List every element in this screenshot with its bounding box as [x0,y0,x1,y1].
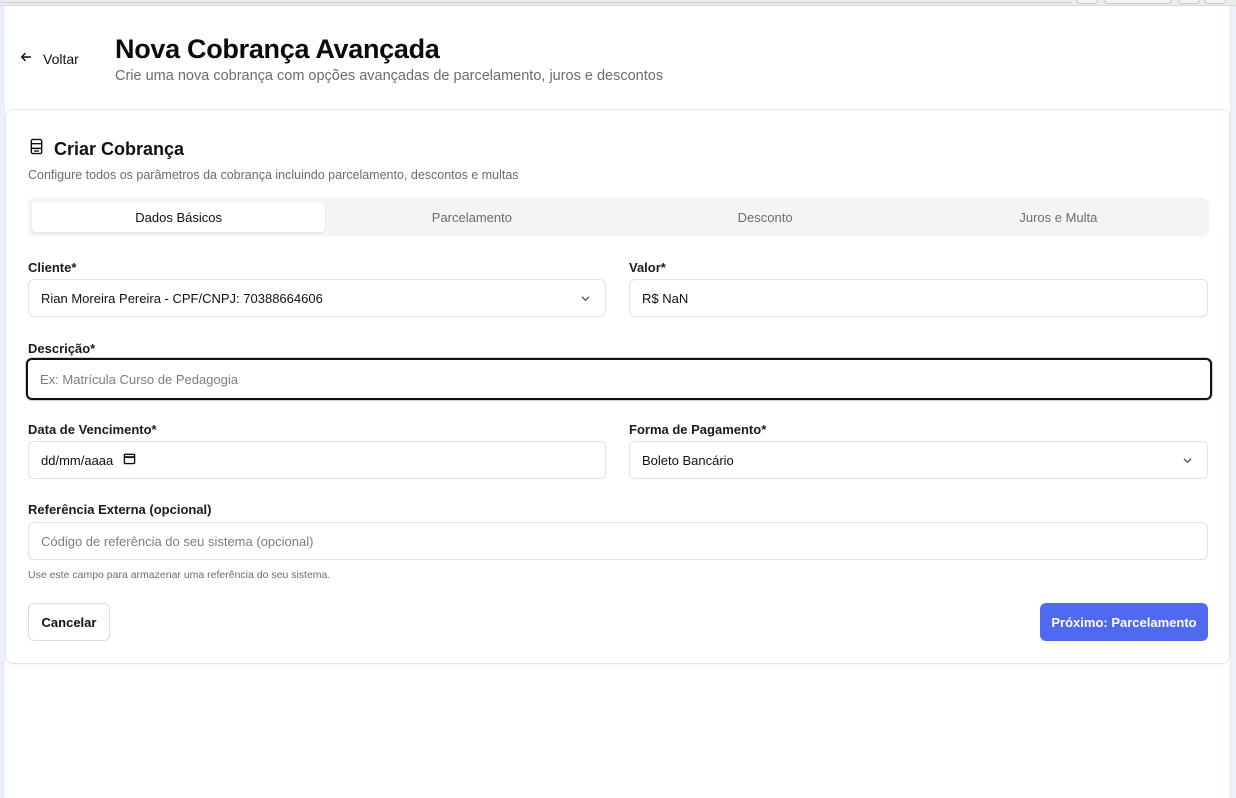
valor-label: Valor* [629,260,666,275]
descricao-placeholder: Ex: Matrícula Curso de Pedagogia [40,371,238,387]
tab-parcelamento[interactable]: Parcelamento [325,202,618,232]
referencia-input[interactable]: Código de referência do seu sistema (opc… [28,522,1208,560]
descricao-input[interactable]: Ex: Matrícula Curso de Pedagogia [26,358,1212,400]
vencimento-label: Data de Vencimento* [28,422,157,437]
scrollbar[interactable] [1230,6,1236,798]
vencimento-date-input[interactable]: dd/mm/aaaa [28,441,606,479]
calendar-icon[interactable] [113,452,136,468]
tab-dados-basicos[interactable]: Dados Básicos [32,202,326,232]
cliente-select[interactable]: Rian Moreira Pereira - CPF/CNPJ: 7038866… [28,279,606,317]
valor-value: R$ NaN [642,290,689,306]
tab-desconto[interactable]: Desconto [619,202,912,232]
pagamento-label: Forma de Pagamento* [629,422,767,437]
browser-control[interactable] [1104,0,1172,4]
referencia-label: Referência Externa (opcional) [28,502,212,517]
pagamento-value: Boleto Bancário [642,452,734,468]
vencimento-value: dd/mm/aaaa [41,452,114,468]
card-title: Criar Cobrança [28,138,184,160]
receipt-icon [28,138,45,160]
browser-control[interactable] [1076,0,1098,4]
browser-address-edge [0,0,1072,3]
descricao-label: Descrição* [28,341,96,356]
cancel-button[interactable]: Cancelar [28,603,110,641]
referencia-placeholder: Código de referência do seu sistema (opc… [41,533,314,549]
arrow-left-icon [19,50,33,67]
page-subtitle: Crie uma nova cobrança com opções avança… [115,68,664,84]
page-title: Nova Cobrança Avançada [115,34,440,64]
browser-control[interactable] [1178,0,1200,4]
back-button[interactable]: Voltar [19,50,79,67]
charge-form-card: Criar Cobrança Configure todos os parâme… [5,109,1230,664]
page-content: Voltar Nova Cobrança Avançada Crie uma n… [5,6,1230,798]
form-tabs: Dados Básicos Parcelamento Desconto Juro… [28,198,1209,236]
tab-juros-e-multa[interactable]: Juros e Multa [912,202,1205,232]
cliente-value: Rian Moreira Pereira - CPF/CNPJ: 7038866… [41,290,323,306]
pagamento-select[interactable]: Boleto Bancário [629,441,1208,479]
valor-input[interactable]: R$ NaN [629,279,1208,317]
card-title-text: Criar Cobrança [54,138,185,159]
back-label: Voltar [43,50,79,67]
card-description: Configure todos os parâmetros da cobranç… [28,168,519,182]
browser-control[interactable] [1204,0,1226,4]
referencia-hint: Use este campo para armazenar uma referê… [28,569,331,581]
cliente-label: Cliente* [28,260,77,275]
next-parcelamento-button[interactable]: Próximo: Parcelamento [1040,603,1208,641]
